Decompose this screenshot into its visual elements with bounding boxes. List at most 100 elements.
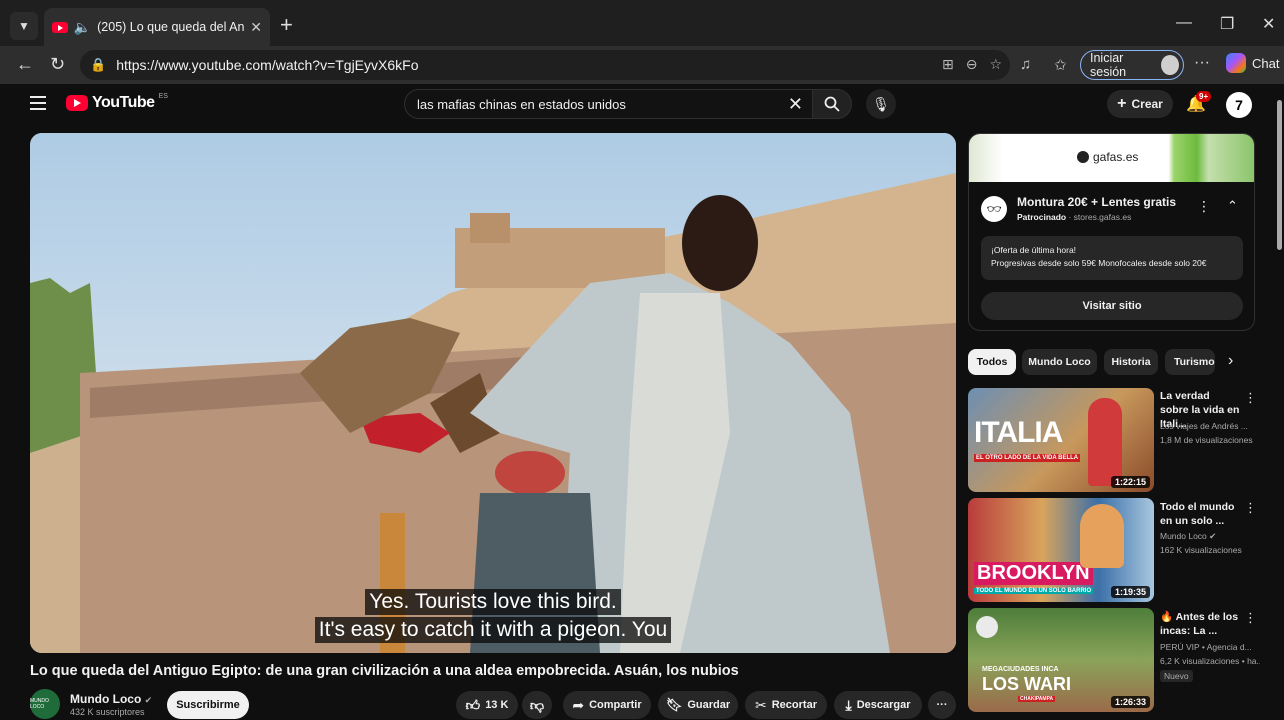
ad-card[interactable]: gafas.es 👓︎ Montura 20€ + Lentes gratis …: [968, 133, 1255, 331]
youtube-play-icon: [66, 95, 88, 111]
save-button[interactable]: 🔖︎ Guardar: [658, 691, 738, 719]
chip-turismo[interactable]: Turismo: [1165, 349, 1215, 375]
video-title: Lo que queda del Antiguo Egipto: de una …: [30, 663, 739, 679]
menu-hamburger-icon[interactable]: [30, 96, 46, 110]
scrollbar-thumb[interactable]: [1277, 100, 1282, 250]
signin-button[interactable]: Iniciar sesión: [1080, 50, 1184, 80]
related-kebab-icon[interactable]: ⋮: [1244, 390, 1257, 406]
more-options-icon[interactable]: ···: [1194, 54, 1210, 72]
search-button[interactable]: [812, 89, 852, 119]
favorites-icon[interactable]: ✩: [1054, 56, 1067, 74]
thumbnail-subtitle-text: MEGACIUDADES INCA: [982, 666, 1059, 673]
chip-historia[interactable]: Historia: [1104, 349, 1158, 375]
ad-offer-box[interactable]: ¡Oferta de última hora! Progresivas desd…: [981, 236, 1243, 280]
search-query: las mafias chinas en estados unidos: [417, 96, 626, 112]
visit-site-button[interactable]: Visitar sitio: [981, 292, 1243, 320]
related-title[interactable]: 🔥 Antes de los incas: La ...: [1160, 610, 1240, 638]
favorite-star-icon[interactable]: ☆: [989, 56, 1002, 73]
related-thumbnail[interactable]: BROOKLYN TODO EL MUNDO EN UN SOLO BARRIO…: [968, 498, 1154, 602]
verified-check-icon: ✔: [1209, 531, 1217, 541]
more-actions-button[interactable]: ···: [928, 691, 956, 719]
notification-count-badge: 9+: [1196, 91, 1212, 102]
related-title[interactable]: Todo el mundo en un solo ...: [1160, 500, 1240, 528]
glasses-icon: 👓︎: [981, 196, 1007, 222]
chip-todos[interactable]: Todos: [968, 349, 1016, 375]
ad-brand-name: gafas.es: [1093, 150, 1139, 164]
related-channel[interactable]: Los viajes de Andrés ...: [1160, 419, 1260, 433]
related-kebab-icon[interactable]: ⋮: [1244, 500, 1257, 516]
share-button[interactable]: ➦ Compartir: [563, 691, 651, 719]
browser-tab[interactable]: 🔈 (205) Lo que queda del Antiguo Egipto …: [44, 8, 270, 46]
plus-icon: +: [1117, 95, 1127, 112]
search-input[interactable]: las mafias chinas en estados unidos ✕: [404, 89, 814, 119]
related-kebab-icon[interactable]: ⋮: [1244, 610, 1257, 626]
reload-icon[interactable]: ↻: [50, 54, 65, 75]
thumbnail-tag-text: CHAKIPAMPA: [1018, 696, 1056, 702]
thumbnail-figure: [1080, 504, 1124, 568]
restore-icon[interactable]: ❐: [1220, 14, 1234, 34]
back-arrow-icon[interactable]: ←: [16, 54, 34, 75]
save-label: Guardar: [687, 699, 731, 711]
region-code: ES: [158, 92, 168, 100]
thumbnail-subtitle-text: TODO EL MUNDO EN UN SOLO BARRIO: [974, 588, 1094, 594]
channel-name: Mundo Loco: [70, 692, 142, 706]
related-views: 6,2 K visualizaciones • ha...: [1160, 656, 1260, 666]
app-available-icon[interactable]: ⊞: [942, 56, 954, 73]
video-player[interactable]: Yes. Tourists love this bird. It's easy …: [30, 133, 956, 653]
like-count: 13 K: [485, 699, 509, 711]
share-arrow-icon: ➦: [572, 696, 585, 713]
tab-title: (205) Lo que queda del Antiguo Egipto: [97, 20, 245, 34]
download-button[interactable]: ⤓ Descargar: [834, 691, 922, 719]
ad-title[interactable]: Montura 20€ + Lentes gratis: [1017, 195, 1176, 209]
share-label: Compartir: [589, 699, 642, 711]
channel-name-row[interactable]: Mundo Loco ✔: [70, 692, 152, 706]
ad-offer-headline: ¡Oferta de última hora!: [991, 245, 1077, 255]
chip-mundo-loco[interactable]: Mundo Loco: [1022, 349, 1097, 375]
tab-actions-chevron-icon[interactable]: ▼: [10, 12, 38, 40]
youtube-wordmark: YouTube: [92, 94, 155, 111]
like-button[interactable]: 👍︎ 13 K: [456, 691, 518, 719]
copilot-chat-button[interactable]: Chat: [1226, 53, 1279, 73]
download-label: Descargar: [856, 699, 911, 711]
related-thumbnail[interactable]: ITALIA EL OTRO LADO DE LA VIDA BELLA 1:2…: [968, 388, 1154, 492]
url-field[interactable]: 🔒 https://www.youtube.com/watch?v=TgjEyv…: [80, 50, 1010, 80]
extensions-icon[interactable]: ♫: [1020, 56, 1031, 73]
youtube-logo[interactable]: YouTube ES: [66, 92, 168, 112]
new-tab-plus-icon[interactable]: +: [280, 14, 293, 36]
speaker-icon[interactable]: 🔈: [74, 19, 91, 36]
related-channel[interactable]: PERÚ VIP • Agencia d...: [1160, 640, 1260, 654]
bookmark-icon: 🔖︎: [665, 697, 683, 712]
address-bar-row: ← ↻ 🔒 https://www.youtube.com/watch?v=Tg…: [0, 46, 1284, 84]
subscribe-button[interactable]: Suscribirme: [167, 691, 249, 719]
browser-tab-bar: ▼ 🔈 (205) Lo que queda del Antiguo Egipt…: [0, 0, 1284, 46]
zoom-icon[interactable]: ⊖: [966, 56, 978, 73]
sponsored-label: Patrocinado: [1017, 212, 1067, 222]
clip-button[interactable]: ✂ Recortar: [745, 691, 827, 719]
dislike-button[interactable]: 👎︎: [522, 691, 552, 719]
captions: Yes. Tourists love this bird. It's easy …: [30, 589, 956, 643]
minimize-icon[interactable]: —: [1176, 14, 1192, 32]
ad-banner[interactable]: gafas.es: [969, 134, 1254, 182]
close-tab-icon[interactable]: ✕: [250, 19, 262, 36]
subscriber-count: 432 K suscriptores: [70, 707, 145, 717]
chevron-up-icon[interactable]: ⌃: [1227, 198, 1238, 214]
thumbs-down-icon: 👎︎: [529, 696, 545, 713]
download-icon: ⤓: [845, 696, 852, 713]
lock-icon[interactable]: 🔒: [90, 57, 106, 73]
account-avatar[interactable]: 7: [1226, 92, 1252, 118]
chevron-right-icon[interactable]: ›: [1228, 352, 1233, 370]
youtube-header: YouTube ES las mafias chinas en estados …: [0, 84, 1274, 124]
channel-avatar[interactable]: MUNDO LOCO: [30, 689, 60, 719]
close-window-icon[interactable]: ✕: [1262, 14, 1275, 34]
voice-search-mic-icon[interactable]: 🎙: [866, 89, 896, 119]
related-thumbnail[interactable]: MEGACIUDADES INCA LOS WARI CHAKIPAMPA 1:…: [968, 608, 1154, 712]
clip-label: Recortar: [771, 699, 817, 711]
related-channel-row[interactable]: Mundo Loco ✔: [1160, 529, 1260, 543]
scissors-icon: ✂: [755, 696, 767, 713]
create-button[interactable]: + Crear: [1107, 90, 1173, 118]
thumbs-up-icon: 👍︎: [465, 696, 481, 713]
clear-search-icon[interactable]: ✕: [788, 94, 803, 115]
caption-line-1: Yes. Tourists love this bird.: [365, 589, 621, 615]
search-icon: [824, 96, 840, 112]
ad-kebab-menu-icon[interactable]: ⋮: [1197, 198, 1211, 215]
